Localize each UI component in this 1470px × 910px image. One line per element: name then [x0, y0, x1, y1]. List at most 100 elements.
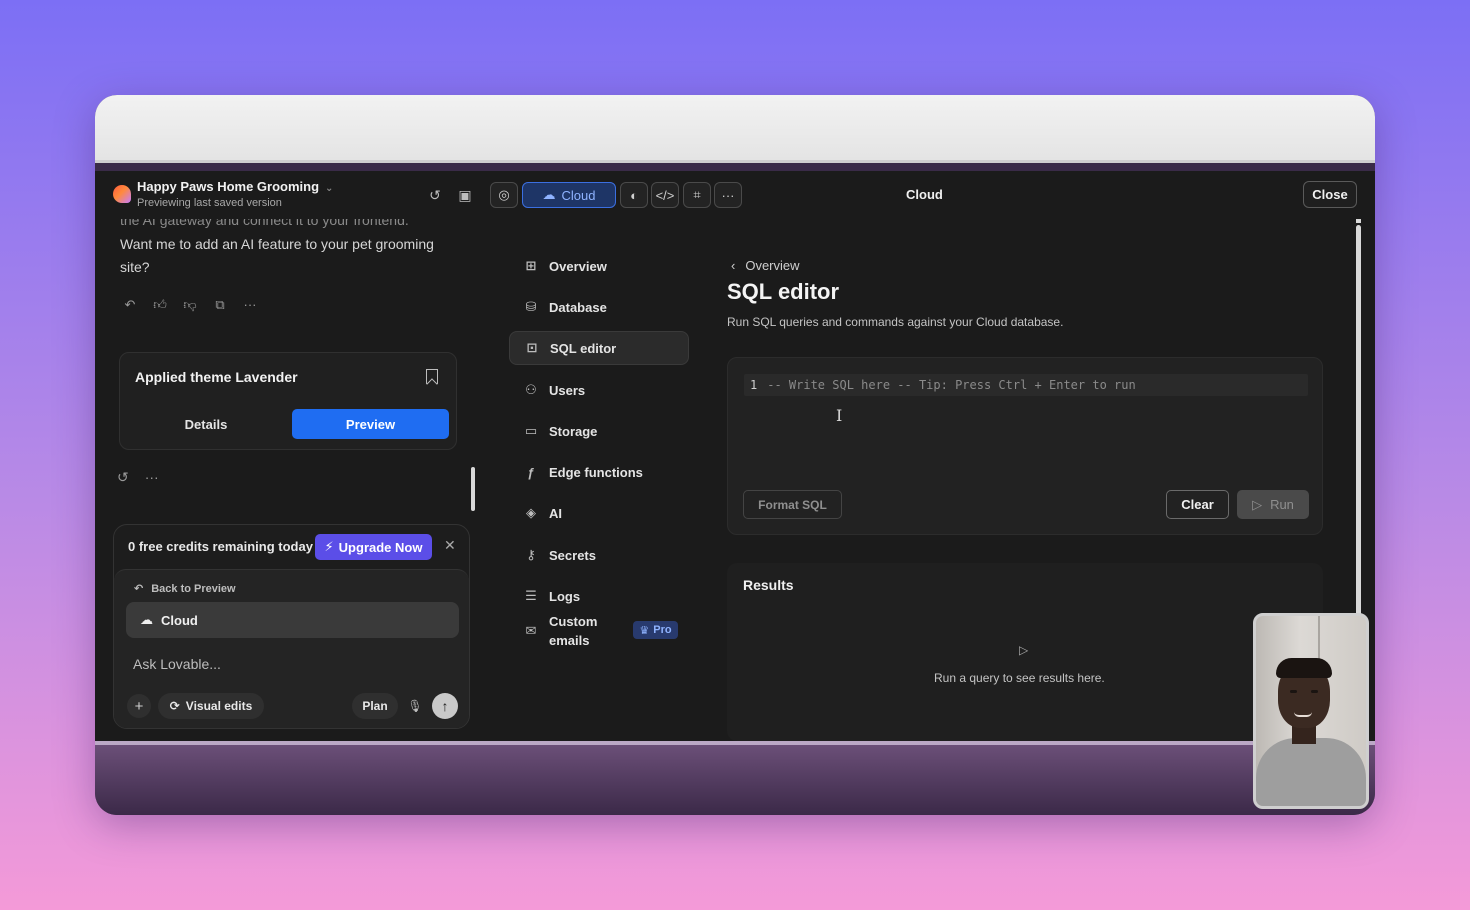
app-window: Happy Paws Home Grooming ⌄ Previewing las…	[95, 171, 1375, 741]
terminal-icon: ⊡	[526, 340, 538, 355]
chat-panel: the AI gateway and connect it to your fr…	[95, 219, 480, 741]
message-actions: ↶ 👍︎ 👎︎ ⧉ ···	[123, 297, 257, 313]
sql-placeholder: -- Write SQL here -- Tip: Press Ctrl + E…	[767, 378, 1136, 392]
tab-cloud[interactable]: ☁ Cloud	[522, 182, 616, 208]
mail-icon: ✉	[525, 623, 537, 638]
line-number: 1	[750, 378, 758, 392]
bookmark-icon[interactable]	[426, 369, 438, 384]
microphone-icon[interactable]: 🎙︎	[405, 696, 425, 716]
breadcrumb[interactable]: ‹ Overview	[731, 258, 800, 273]
close-icon[interactable]: ✕	[444, 537, 456, 554]
main-scrollbar[interactable]	[1356, 225, 1361, 617]
format-sql-button[interactable]: Format SQL	[743, 490, 842, 519]
text-cursor-icon: I	[836, 406, 843, 425]
back-to-preview-link[interactable]: ↶ Back to Preview	[134, 582, 236, 596]
scroll-up-arrow[interactable]	[1356, 219, 1361, 223]
more-icon[interactable]: ···	[243, 297, 257, 313]
nav-item-logs[interactable]: ☰ Logs	[509, 579, 689, 613]
nav-item-edge-functions[interactable]: ƒ Edge functions	[509, 455, 689, 489]
webcam-person-hair	[1276, 658, 1332, 678]
undo-icon[interactable]: ↺	[117, 469, 129, 486]
visual-edits-button[interactable]: ⟳ Visual edits	[158, 693, 264, 719]
play-icon: ▷	[1252, 496, 1263, 512]
results-title: Results	[743, 577, 794, 593]
nav-item-secrets[interactable]: ⚷ Secrets	[509, 538, 689, 572]
thumbs-up-icon[interactable]: 👍︎	[153, 297, 167, 313]
webcam-person-eye	[1290, 690, 1297, 693]
clear-button[interactable]: Clear	[1166, 490, 1229, 519]
page-title: SQL editor	[727, 279, 840, 304]
preview-button[interactable]: Preview	[292, 409, 449, 439]
nav-item-custom-emails[interactable]: ✉ Custom emails ♛ Pro	[509, 611, 689, 651]
desktop-bottom-band	[95, 741, 1375, 815]
previous-message-fragment: the AI gateway and connect it to your fr…	[120, 219, 409, 228]
version-actions: ↺ ···	[117, 469, 159, 486]
nav-item-sql-editor[interactable]: ⊡ SQL editor	[509, 331, 689, 365]
nav-item-ai[interactable]: ◈ AI	[509, 496, 689, 530]
theme-card: Applied theme Lavender Details Preview	[119, 352, 457, 450]
upgrade-button[interactable]: ⚡︎ Upgrade Now	[315, 534, 432, 560]
pro-badge: ♛ Pro	[633, 621, 678, 639]
palette-icon[interactable]: ◐	[620, 182, 648, 208]
users-icon: ⚇	[525, 382, 537, 397]
plan-button[interactable]: Plan	[352, 693, 398, 719]
project-subtitle: Previewing last saved version	[137, 197, 282, 209]
close-button[interactable]: Close	[1303, 181, 1357, 208]
results-empty-text: Run a query to see results here.	[934, 671, 1105, 685]
globe-icon[interactable]: ◎	[490, 182, 518, 208]
grid-icon: ⊞	[525, 258, 537, 273]
send-button[interactable]: ↑	[432, 693, 458, 719]
crown-icon: ♛	[639, 624, 650, 637]
nav-item-overview[interactable]: ⊞ Overview	[509, 249, 689, 283]
theme-card-title: Applied theme Lavender	[135, 369, 298, 385]
composer-inner: ↶ Back to Preview ☁ Cloud Ask Lovable... +…	[114, 569, 469, 728]
analytics-icon[interactable]: ⌗	[683, 182, 711, 208]
sql-editor[interactable]: 1 -- Write SQL here -- Tip: Press Ctrl +…	[727, 357, 1323, 535]
webcam-person-mouth	[1294, 712, 1312, 717]
credits-text: 0 free credits remaining today	[128, 539, 313, 554]
browser-top-band	[95, 95, 1375, 163]
lightning-icon: ⚡︎	[324, 539, 334, 554]
back-arrow-icon: ↶	[134, 583, 144, 595]
webcam-person-body	[1256, 738, 1366, 806]
composer: 0 free credits remaining today ⚡︎ Upgrade…	[113, 524, 470, 729]
cloud-context-chip[interactable]: ☁ Cloud	[126, 602, 459, 638]
function-icon: ƒ	[527, 464, 535, 480]
add-attachment-button[interactable]: +	[127, 694, 151, 718]
app-header: Happy Paws Home Grooming ⌄ Previewing las…	[95, 171, 1375, 219]
storage-icon: ▭	[524, 423, 538, 438]
code-line[interactable]: 1 -- Write SQL here -- Tip: Press Ctrl +…	[744, 374, 1308, 396]
thumbs-down-icon[interactable]: 👎︎	[183, 297, 197, 313]
cloud-icon: ☁	[542, 187, 556, 202]
chat-scrollbar[interactable]	[471, 467, 475, 511]
nav-item-database[interactable]: ⛁ Database	[509, 290, 689, 324]
webcam-overlay	[1253, 613, 1369, 809]
lovable-logo-icon[interactable]	[113, 185, 131, 203]
window-frame: Happy Paws Home Grooming ⌄ Previewing las…	[95, 95, 1375, 815]
nav-item-users[interactable]: ⚇ Users	[509, 373, 689, 407]
panel-title: Cloud	[906, 187, 943, 202]
webcam-person-eye	[1311, 690, 1318, 693]
more-icon[interactable]: ···	[714, 182, 742, 208]
chevron-left-icon: ‹	[731, 258, 736, 273]
reply-icon[interactable]: ↶	[123, 297, 137, 313]
ai-icon: ◈	[526, 505, 536, 520]
assistant-message: Want me to add an AI feature to your pet…	[120, 236, 434, 275]
history-icon[interactable]: ↺	[425, 185, 445, 205]
details-button[interactable]: Details	[130, 409, 282, 439]
code-icon[interactable]: </>	[651, 182, 679, 208]
cloud-icon: ☁	[140, 612, 153, 627]
visual-edit-icon: ⟳	[169, 699, 180, 713]
key-icon: ⚷	[526, 547, 536, 562]
list-icon: ☰	[525, 588, 537, 603]
chat-input[interactable]: Ask Lovable...	[133, 656, 221, 672]
project-name[interactable]: Happy Paws Home Grooming ⌄	[137, 179, 333, 194]
more-icon[interactable]: ···	[145, 469, 159, 486]
nav-item-storage[interactable]: ▭ Storage	[509, 414, 689, 448]
run-button[interactable]: ▷ Run	[1237, 490, 1309, 519]
sidebar-toggle-icon[interactable]: ▣	[455, 185, 475, 205]
copy-icon[interactable]: ⧉	[213, 297, 227, 313]
database-icon: ⛁	[525, 299, 537, 314]
play-icon: ▷	[1019, 643, 1029, 657]
page-subtitle: Run SQL queries and commands against you…	[727, 315, 1064, 329]
